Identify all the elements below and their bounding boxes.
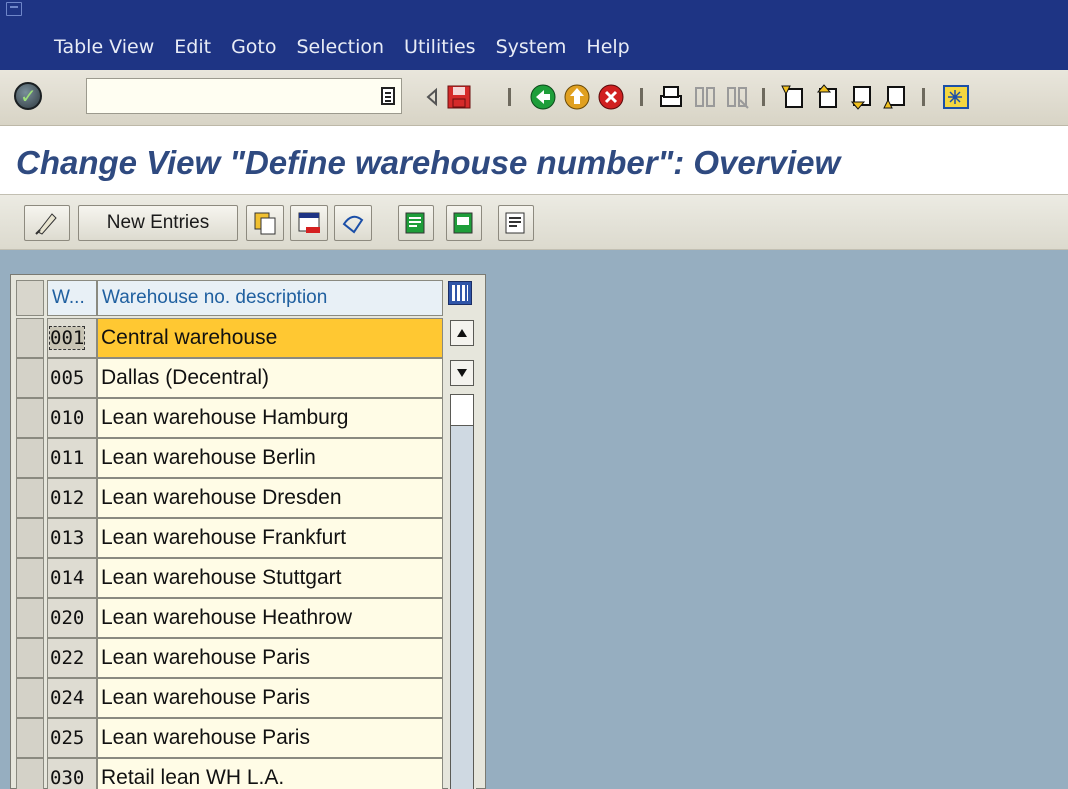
warehouse-number-cell[interactable]: 005	[47, 358, 97, 398]
column-header-description[interactable]: Warehouse no. description	[97, 280, 443, 316]
triangle-down-icon	[457, 369, 467, 377]
column-header-warehouse-number[interactable]: W...	[47, 280, 97, 316]
scroll-down-button[interactable]	[450, 360, 474, 386]
row-selector[interactable]	[16, 638, 44, 678]
delete-button[interactable]	[290, 205, 328, 241]
row-selector[interactable]	[16, 358, 44, 398]
warehouse-description-cell[interactable]: Lean warehouse Paris	[97, 718, 443, 758]
print-icon[interactable]	[656, 82, 686, 112]
menu-system[interactable]: System	[496, 36, 567, 58]
deselect-all-button[interactable]	[498, 205, 534, 241]
menu-items: Table View Edit Goto Selection Utilities…	[54, 36, 650, 58]
warehouse-description-cell[interactable]: Lean warehouse Berlin	[97, 438, 443, 478]
warehouse-number-cell[interactable]: 010	[47, 398, 97, 438]
warehouse-number-cell[interactable]: 020	[47, 598, 97, 638]
menu-table-view[interactable]: Table View	[54, 36, 154, 58]
row-selector[interactable]	[16, 718, 44, 758]
warehouse-number-cell[interactable]: 025	[47, 718, 97, 758]
find-icon[interactable]	[690, 82, 720, 112]
enter-icon[interactable]: ✓	[14, 82, 42, 110]
row-selector[interactable]	[16, 318, 44, 358]
back-icon[interactable]	[528, 82, 558, 112]
row-selector[interactable]	[16, 518, 44, 558]
warehouse-description-cell[interactable]: Lean warehouse Heathrow	[97, 598, 443, 638]
table-settings-icon[interactable]	[448, 281, 472, 305]
delete-icon	[298, 212, 320, 233]
warehouse-description-cell[interactable]: Lean warehouse Dresden	[97, 478, 443, 518]
select-all-icon	[405, 212, 425, 234]
last-page-icon[interactable]	[880, 82, 910, 112]
warehouse-number-cell[interactable]: 022	[47, 638, 97, 678]
warehouse-number-text: 001	[48, 326, 86, 350]
undo-change-icon	[342, 215, 364, 234]
create-session-icon[interactable]	[940, 82, 970, 112]
first-page-icon[interactable]	[778, 82, 808, 112]
vertical-scrollbar[interactable]	[448, 318, 476, 789]
scroll-up-button[interactable]	[450, 320, 474, 346]
command-history-icon[interactable]	[381, 87, 395, 105]
triangle-up-icon	[457, 329, 467, 337]
row-selector[interactable]	[16, 758, 44, 789]
standard-toolbar: ✓	[0, 70, 1068, 126]
scroll-track[interactable]	[450, 426, 474, 789]
warehouse-number-cell[interactable]: 012	[47, 478, 97, 518]
cancel-icon[interactable]	[596, 82, 626, 112]
warehouse-description-cell[interactable]: Dallas (Decentral)	[97, 358, 443, 398]
deselect-all-icon	[505, 212, 525, 234]
toolbar-separator	[922, 88, 925, 106]
warehouse-description-cell[interactable]: Central warehouse	[97, 318, 443, 358]
application-toolbar: New Entries	[0, 194, 1068, 250]
command-field[interactable]	[86, 78, 402, 114]
menu-selection[interactable]: Selection	[296, 36, 384, 58]
menu-edit[interactable]: Edit	[174, 36, 211, 58]
warehouse-number-cell[interactable]: 011	[47, 438, 97, 478]
menu-help[interactable]: Help	[586, 36, 629, 58]
copy-as-button[interactable]	[246, 205, 284, 241]
row-selector[interactable]	[16, 558, 44, 598]
warehouse-description-cell[interactable]: Lean warehouse Frankfurt	[97, 518, 443, 558]
row-selector[interactable]	[16, 478, 44, 518]
select-all-button[interactable]	[398, 205, 434, 241]
warehouse-number-cell[interactable]: 024	[47, 678, 97, 718]
command-input[interactable]	[87, 79, 367, 111]
display-change-icon	[35, 213, 57, 235]
exit-icon[interactable]	[562, 82, 592, 112]
select-block-button[interactable]	[446, 205, 482, 241]
warehouse-description-cell[interactable]: Retail lean WH L.A.	[97, 758, 443, 789]
previous-page-icon[interactable]	[812, 82, 842, 112]
scroll-thumb[interactable]	[450, 394, 474, 426]
warehouse-description-cell[interactable]: Lean warehouse Paris	[97, 678, 443, 718]
menu-goto[interactable]: Goto	[231, 36, 276, 58]
select-block-icon	[453, 212, 473, 234]
warehouse-number-cell[interactable]: 014	[47, 558, 97, 598]
menu-utilities[interactable]: Utilities	[404, 36, 476, 58]
toolbar-separator	[762, 88, 765, 106]
toolbar-separator	[508, 88, 511, 106]
save-icon[interactable]	[444, 82, 474, 112]
page-title: Change View "Define warehouse number": O…	[16, 144, 841, 181]
row-selector[interactable]	[16, 398, 44, 438]
warehouse-number-cell[interactable]: 001	[47, 318, 97, 358]
warehouse-number-cell[interactable]: 030	[47, 758, 97, 789]
row-selector[interactable]	[16, 598, 44, 638]
undo-change-button[interactable]	[334, 205, 372, 241]
next-page-icon[interactable]	[846, 82, 876, 112]
warehouse-description-cell[interactable]: Lean warehouse Stuttgart	[97, 558, 443, 598]
find-next-icon[interactable]	[722, 82, 752, 112]
row-selector[interactable]	[16, 678, 44, 718]
copy-as-icon	[254, 212, 276, 235]
system-menu-icon[interactable]	[6, 2, 22, 16]
select-all-rows-button[interactable]	[16, 280, 44, 316]
new-entries-button[interactable]: New Entries	[78, 205, 238, 241]
display-change-button[interactable]	[24, 205, 70, 241]
warehouse-description-cell[interactable]: Lean warehouse Paris	[97, 638, 443, 678]
toolbar-separator	[640, 88, 643, 106]
warehouse-number-cell[interactable]: 013	[47, 518, 97, 558]
row-selector[interactable]	[16, 438, 44, 478]
warehouse-description-cell[interactable]: Lean warehouse Hamburg	[97, 398, 443, 438]
menu-bar: Table View Edit Goto Selection Utilities…	[0, 0, 1068, 70]
